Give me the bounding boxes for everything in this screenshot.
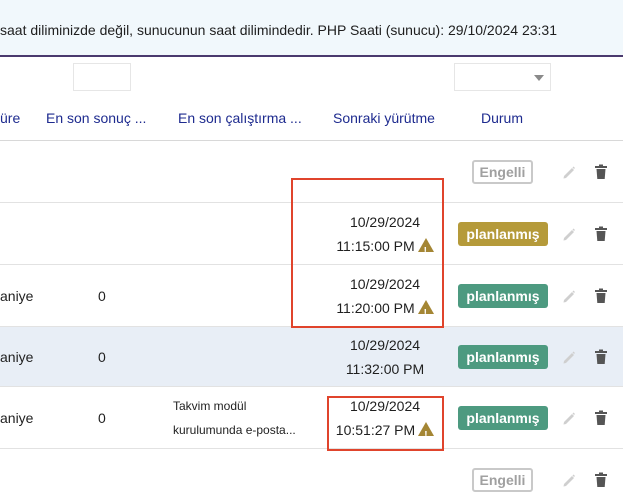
column-status[interactable]: Durum — [481, 110, 523, 126]
status-badge: planlanmış — [458, 406, 548, 430]
duration-cell: aniye — [0, 288, 34, 304]
trash-icon[interactable] — [594, 349, 608, 365]
highlight-box-2 — [327, 396, 444, 451]
column-duration[interactable]: üre — [0, 110, 20, 126]
next-run-date: 10/29/2024 — [349, 337, 421, 353]
pencil-icon[interactable] — [562, 226, 576, 242]
trash-icon[interactable] — [594, 410, 608, 426]
status-badge: Engelli — [472, 468, 533, 492]
column-last-result[interactable]: En son sonuç ... — [46, 110, 146, 126]
status-badge: Engelli — [472, 160, 533, 184]
next-run-cell: 10/29/2024 11:32:00 PM — [320, 333, 450, 381]
table-header: üre En son sonuç ... En son çalıştırma .… — [0, 97, 623, 141]
trash-icon[interactable] — [594, 226, 608, 242]
table-row: aniye 0 Takvim modül kurulumunda e-posta...… — [0, 387, 623, 449]
pencil-icon[interactable] — [562, 472, 576, 488]
last-result-filter-input[interactable] — [73, 63, 131, 91]
trash-icon[interactable] — [594, 164, 608, 180]
table-row: Engelli — [0, 449, 623, 500]
duration-cell: aniye — [0, 349, 34, 365]
status-badge: planlanmış — [458, 345, 548, 369]
chevron-down-icon — [534, 75, 544, 81]
status-badge: planlanmış — [458, 284, 548, 308]
trash-icon[interactable] — [594, 472, 608, 488]
last-result-cell: 0 — [98, 410, 106, 426]
last-run-text-line: kurulumunda e-posta... — [173, 423, 296, 437]
timezone-notice: saat diliminizde değil, sunucunun saat d… — [0, 22, 557, 38]
trash-icon[interactable] — [594, 288, 608, 304]
table-row: aniye 0 10/29/2024 11:32:00 PM planlanmış — [0, 327, 623, 387]
filter-bar — [0, 57, 623, 97]
duration-cell: aniye — [0, 410, 34, 426]
last-run-text-line: Takvim modül — [173, 399, 247, 413]
status-badge: planlanmış — [458, 222, 548, 246]
next-run-time: 11:32:00 PM — [345, 361, 425, 377]
timezone-banner: saat diliminizde değil, sunucunun saat d… — [0, 0, 623, 57]
status-filter-select[interactable] — [454, 63, 551, 91]
last-result-cell: 0 — [98, 349, 106, 365]
highlight-box-1 — [291, 178, 444, 328]
column-next-run[interactable]: Sonraki yürütme — [333, 110, 435, 126]
pencil-icon[interactable] — [562, 164, 576, 180]
last-run-cell: Takvim modül kurulumunda e-posta... — [173, 394, 296, 442]
last-result-cell: 0 — [98, 288, 106, 304]
pencil-icon[interactable] — [562, 410, 576, 426]
column-last-run[interactable]: En son çalıştırma ... — [178, 110, 302, 126]
pencil-icon[interactable] — [562, 349, 576, 365]
pencil-icon[interactable] — [562, 288, 576, 304]
